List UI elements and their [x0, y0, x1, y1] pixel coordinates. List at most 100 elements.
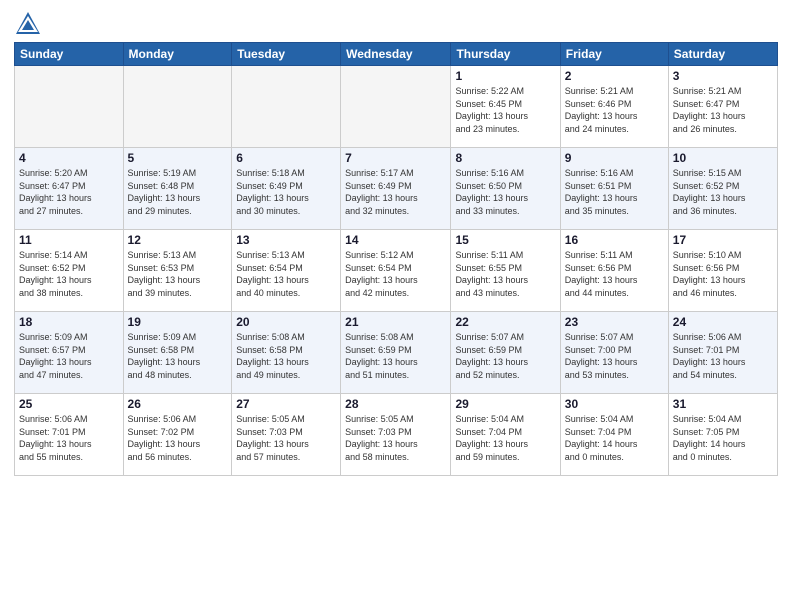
calendar-day: 11 Sunrise: 5:14 AM Sunset: 6:52 PM Dayli… — [15, 230, 124, 312]
calendar-week-row: 4Sunrise: 5:20 AM Sunset: 6:47 PM Daylig… — [15, 148, 778, 230]
day-header-thursday: Thursday — [451, 43, 560, 66]
day-info: Sunrise: 5:21 AM Sunset: 6:47 PM Dayligh… — [673, 85, 773, 135]
calendar-day: 25 Sunrise: 5:06 AM Sunset: 7:01 PM Dayli… — [15, 394, 124, 476]
day-header-friday: Friday — [560, 43, 668, 66]
calendar-day: 26Sunrise: 5:06 AM Sunset: 7:02 PM Dayli… — [123, 394, 232, 476]
calendar-day: 2 Sunrise: 5:21 AM Sunset: 6:46 PM Daylig… — [560, 66, 668, 148]
calendar-day — [15, 66, 124, 148]
day-number: 16 — [565, 233, 664, 247]
day-info: Sunrise: 5:14 AM Sunset: 6:52 PM Dayligh… — [19, 249, 119, 299]
day-info: Sunrise: 5:20 AM Sunset: 6:47 PM Dayligh… — [19, 167, 119, 217]
day-info: Sunrise: 5:09 AM Sunset: 6:58 PM Dayligh… — [128, 331, 228, 381]
day-info: Sunrise: 5:13 AM Sunset: 6:53 PM Dayligh… — [128, 249, 228, 299]
calendar-week-row: 11 Sunrise: 5:14 AM Sunset: 6:52 PM Dayli… — [15, 230, 778, 312]
calendar-day: 23 Sunrise: 5:07 AM Sunset: 7:00 PM Dayli… — [560, 312, 668, 394]
day-number: 9 — [565, 151, 664, 165]
day-info: Sunrise: 5:04 AM Sunset: 7:04 PM Dayligh… — [455, 413, 555, 463]
day-info: Sunrise: 5:15 AM Sunset: 6:52 PM Dayligh… — [673, 167, 773, 217]
day-info: Sunrise: 5:17 AM Sunset: 6:49 PM Dayligh… — [345, 167, 446, 217]
day-number: 3 — [673, 69, 773, 83]
calendar-day: 30 Sunrise: 5:04 AM Sunset: 7:04 PM Dayli… — [560, 394, 668, 476]
day-number: 21 — [345, 315, 446, 329]
day-info: Sunrise: 5:18 AM Sunset: 6:49 PM Dayligh… — [236, 167, 336, 217]
day-info: Sunrise: 5:06 AM Sunset: 7:01 PM Dayligh… — [19, 413, 119, 463]
day-number: 24 — [673, 315, 773, 329]
days-of-week-row: SundayMondayTuesdayWednesdayThursdayFrid… — [15, 43, 778, 66]
calendar-day: 27 Sunrise: 5:05 AM Sunset: 7:03 PM Dayli… — [232, 394, 341, 476]
calendar-day: 10 Sunrise: 5:15 AM Sunset: 6:52 PM Dayli… — [668, 148, 777, 230]
calendar-day — [232, 66, 341, 148]
calendar-day: 6 Sunrise: 5:18 AM Sunset: 6:49 PM Daylig… — [232, 148, 341, 230]
day-number: 22 — [455, 315, 555, 329]
calendar-day — [341, 66, 451, 148]
day-header-sunday: Sunday — [15, 43, 124, 66]
day-number: 17 — [673, 233, 773, 247]
day-info: Sunrise: 5:19 AM Sunset: 6:48 PM Dayligh… — [128, 167, 228, 217]
day-number: 29 — [455, 397, 555, 411]
calendar-day: 22 Sunrise: 5:07 AM Sunset: 6:59 PM Dayli… — [451, 312, 560, 394]
day-number: 23 — [565, 315, 664, 329]
day-number: 20 — [236, 315, 336, 329]
calendar-day: 21 Sunrise: 5:08 AM Sunset: 6:59 PM Dayli… — [341, 312, 451, 394]
day-info: Sunrise: 5:04 AM Sunset: 7:05 PM Dayligh… — [673, 413, 773, 463]
calendar-day: 31Sunrise: 5:04 AM Sunset: 7:05 PM Dayli… — [668, 394, 777, 476]
calendar-day: 18 Sunrise: 5:09 AM Sunset: 6:57 PM Dayli… — [15, 312, 124, 394]
calendar-day: 24 Sunrise: 5:06 AM Sunset: 7:01 PM Dayli… — [668, 312, 777, 394]
day-info: Sunrise: 5:06 AM Sunset: 7:02 PM Dayligh… — [128, 413, 228, 463]
day-number: 5 — [128, 151, 228, 165]
day-number: 25 — [19, 397, 119, 411]
day-number: 7 — [345, 151, 446, 165]
calendar-day: 14Sunrise: 5:12 AM Sunset: 6:54 PM Dayli… — [341, 230, 451, 312]
day-info: Sunrise: 5:22 AM Sunset: 6:45 PM Dayligh… — [455, 85, 555, 135]
day-number: 28 — [345, 397, 446, 411]
page-container: SundayMondayTuesdayWednesdayThursdayFrid… — [0, 0, 792, 612]
day-info: Sunrise: 5:07 AM Sunset: 7:00 PM Dayligh… — [565, 331, 664, 381]
day-header-wednesday: Wednesday — [341, 43, 451, 66]
calendar-week-row: 1 Sunrise: 5:22 AM Sunset: 6:45 PM Daylig… — [15, 66, 778, 148]
day-number: 10 — [673, 151, 773, 165]
calendar-header: SundayMondayTuesdayWednesdayThursdayFrid… — [15, 43, 778, 66]
calendar-day: 8Sunrise: 5:16 AM Sunset: 6:50 PM Daylig… — [451, 148, 560, 230]
day-number: 13 — [236, 233, 336, 247]
calendar-day: 13 Sunrise: 5:13 AM Sunset: 6:54 PM Dayli… — [232, 230, 341, 312]
calendar-day: 1 Sunrise: 5:22 AM Sunset: 6:45 PM Daylig… — [451, 66, 560, 148]
calendar-day: 7 Sunrise: 5:17 AM Sunset: 6:49 PM Daylig… — [341, 148, 451, 230]
day-header-monday: Monday — [123, 43, 232, 66]
day-info: Sunrise: 5:16 AM Sunset: 6:51 PM Dayligh… — [565, 167, 664, 217]
calendar-table: SundayMondayTuesdayWednesdayThursdayFrid… — [14, 42, 778, 476]
day-info: Sunrise: 5:05 AM Sunset: 7:03 PM Dayligh… — [236, 413, 336, 463]
calendar-day: 9 Sunrise: 5:16 AM Sunset: 6:51 PM Daylig… — [560, 148, 668, 230]
day-info: Sunrise: 5:10 AM Sunset: 6:56 PM Dayligh… — [673, 249, 773, 299]
day-number: 27 — [236, 397, 336, 411]
day-number: 1 — [455, 69, 555, 83]
day-info: Sunrise: 5:21 AM Sunset: 6:46 PM Dayligh… — [565, 85, 664, 135]
day-info: Sunrise: 5:04 AM Sunset: 7:04 PM Dayligh… — [565, 413, 664, 463]
calendar-day: 3 Sunrise: 5:21 AM Sunset: 6:47 PM Daylig… — [668, 66, 777, 148]
day-number: 6 — [236, 151, 336, 165]
day-info: Sunrise: 5:13 AM Sunset: 6:54 PM Dayligh… — [236, 249, 336, 299]
calendar-day: 16 Sunrise: 5:11 AM Sunset: 6:56 PM Dayli… — [560, 230, 668, 312]
calendar-week-row: 25 Sunrise: 5:06 AM Sunset: 7:01 PM Dayli… — [15, 394, 778, 476]
day-header-saturday: Saturday — [668, 43, 777, 66]
day-info: Sunrise: 5:08 AM Sunset: 6:59 PM Dayligh… — [345, 331, 446, 381]
calendar-day: 4Sunrise: 5:20 AM Sunset: 6:47 PM Daylig… — [15, 148, 124, 230]
day-number: 15 — [455, 233, 555, 247]
day-header-tuesday: Tuesday — [232, 43, 341, 66]
day-info: Sunrise: 5:07 AM Sunset: 6:59 PM Dayligh… — [455, 331, 555, 381]
calendar-day: 17 Sunrise: 5:10 AM Sunset: 6:56 PM Dayli… — [668, 230, 777, 312]
day-info: Sunrise: 5:09 AM Sunset: 6:57 PM Dayligh… — [19, 331, 119, 381]
day-number: 11 — [19, 233, 119, 247]
day-number: 30 — [565, 397, 664, 411]
header — [14, 10, 778, 38]
calendar-day: 5 Sunrise: 5:19 AM Sunset: 6:48 PM Daylig… — [123, 148, 232, 230]
calendar-day: 29 Sunrise: 5:04 AM Sunset: 7:04 PM Dayli… — [451, 394, 560, 476]
day-info: Sunrise: 5:08 AM Sunset: 6:58 PM Dayligh… — [236, 331, 336, 381]
day-number: 18 — [19, 315, 119, 329]
day-info: Sunrise: 5:06 AM Sunset: 7:01 PM Dayligh… — [673, 331, 773, 381]
day-info: Sunrise: 5:11 AM Sunset: 6:56 PM Dayligh… — [565, 249, 664, 299]
day-info: Sunrise: 5:12 AM Sunset: 6:54 PM Dayligh… — [345, 249, 446, 299]
logo — [14, 10, 46, 38]
calendar-day: 12Sunrise: 5:13 AM Sunset: 6:53 PM Dayli… — [123, 230, 232, 312]
calendar-day — [123, 66, 232, 148]
day-number: 2 — [565, 69, 664, 83]
